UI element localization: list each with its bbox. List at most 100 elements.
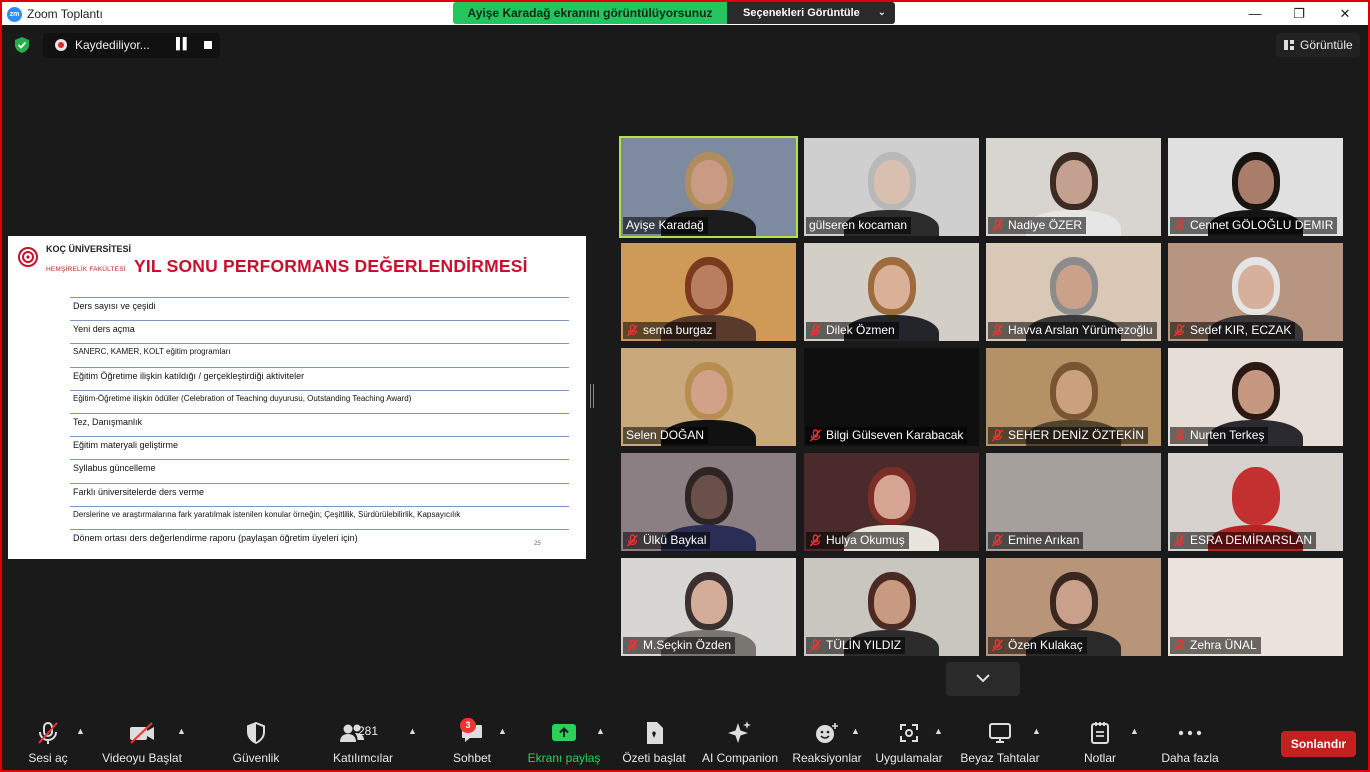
participants-button[interactable]: 281 Katılımcılar (328, 720, 398, 766)
apps-options-caret[interactable]: ▲ (934, 726, 943, 736)
participant-name: Hulya Okumuş (826, 533, 905, 547)
chat-button[interactable]: 3 Sohbet (446, 718, 498, 766)
chevron-down-icon: ⌄ (877, 7, 886, 18)
participant-name-tag: Ayişe Karadağ (623, 217, 708, 234)
participant-video-tile[interactable]: Sedef KIR, ECZAK (1168, 243, 1343, 341)
slide-row: SANERC, KAMER, KOLT eğitim programları (70, 343, 569, 366)
maximize-button[interactable]: ❐ (1276, 3, 1322, 25)
unmute-label: Sesi aç (28, 751, 68, 765)
microphone-muted-icon (991, 324, 1004, 337)
whiteboards-button[interactable]: Beyaz Tahtalar (958, 720, 1042, 766)
screen-share-banner: Ayişe Karadağ ekranını görüntülüyorsunuz (453, 2, 727, 24)
ai-companion-button[interactable]: AI Companion (698, 720, 782, 766)
participant-silhouette-face (1056, 475, 1092, 519)
participant-name-tag: TÜLİN YILDIZ (806, 637, 906, 654)
participant-name-tag: SEHER DENİZ ÖZTEKİN (988, 427, 1149, 444)
participant-video-tile[interactable]: Dilek Özmen (804, 243, 979, 341)
chat-options-caret[interactable]: ▲ (498, 726, 507, 736)
participant-silhouette-face (691, 580, 727, 624)
view-options-button[interactable]: Seçenekleri Görüntüle ⌄ (727, 2, 895, 24)
participant-video-tile[interactable]: M.Seçkin Özden (621, 558, 796, 656)
participant-video-tile[interactable]: Nadiye ÖZER (986, 138, 1161, 236)
microphone-muted-icon (809, 639, 822, 652)
more-label: Daha fazla (1161, 751, 1219, 765)
share-screen-button[interactable]: Ekranı paylaş (526, 720, 602, 766)
end-meeting-button[interactable]: Sonlandır (1281, 731, 1356, 757)
more-button[interactable]: Daha fazla (1158, 720, 1222, 766)
microphone-muted-icon (626, 639, 639, 652)
audio-options-caret[interactable]: ▲ (76, 726, 85, 736)
participant-video-tile[interactable]: gülseren kocaman (804, 138, 979, 236)
microphone-muted-icon (991, 534, 1004, 547)
participant-silhouette-face (874, 370, 910, 414)
participant-video-tile[interactable]: Ülkü Baykal (621, 453, 796, 551)
slide-title: YIL SONU PERFORMANS DEĞERLENDİRMESİ (134, 256, 528, 276)
participant-name: gülseren kocaman (809, 218, 908, 232)
security-button[interactable]: Güvenlik (230, 720, 282, 766)
participant-name-tag: Zehra ÜNAL (1170, 637, 1261, 654)
reactions-options-caret[interactable]: ▲ (851, 726, 860, 736)
participant-name-tag: Cennet GÖLOĞLU DEMIR (1170, 217, 1338, 234)
meeting-toolbar: Sesi aç ▲ Videoyu Başlat ▲ Güvenlik 281 … (2, 712, 1368, 770)
start-summary-button[interactable]: Özeti başlat (618, 720, 690, 766)
slide-row: Dönem ortası ders değerlendirme raporu (… (70, 528, 569, 552)
participant-name-tag: Hulya Okumuş (806, 532, 909, 549)
participant-name: Dilek Özmen (826, 323, 895, 337)
ai-sparkle-icon (728, 721, 751, 743)
microphone-muted-icon (1173, 639, 1186, 652)
share-options-caret[interactable]: ▲ (596, 726, 605, 736)
microphone-muted-icon (38, 722, 58, 744)
participant-silhouette-face (874, 160, 910, 204)
video-options-caret[interactable]: ▲ (177, 726, 186, 736)
split-view-resize-handle[interactable] (590, 384, 594, 408)
notes-options-caret[interactable]: ▲ (1130, 726, 1139, 736)
participant-video-tile[interactable]: Havva Arslan Yürümezoğlu (986, 243, 1161, 341)
notes-button[interactable]: Notlar (1074, 720, 1126, 766)
participant-video-tile[interactable]: Emine Arıkan (986, 453, 1161, 551)
participants-count: 281 (358, 724, 379, 738)
shared-screen-slide: KOÇ ÜNİVERSİTESİ HEMŞİRELİK FAKÜLTESİ YI… (8, 236, 586, 559)
participant-name: Nurten Terkeş (1190, 428, 1265, 442)
university-name: KOÇ ÜNİVERSİTESİ (46, 244, 132, 254)
participant-video-tile[interactable]: SEHER DENİZ ÖZTEKİN (986, 348, 1161, 446)
unmute-button[interactable]: Sesi aç (22, 720, 74, 766)
koc-university-logo-icon (18, 247, 38, 267)
participant-video-tile[interactable]: Cennet GÖLOĞLU DEMIR (1168, 138, 1343, 236)
participant-video-tile[interactable]: Nurten Terkeş (1168, 348, 1343, 446)
view-button[interactable]: Görüntüle (1276, 33, 1360, 57)
start-video-button[interactable]: Videoyu Başlat (100, 720, 184, 766)
participant-video-tile[interactable]: Hulya Okumuş (804, 453, 979, 551)
participant-name: sema burgaz (643, 323, 713, 337)
minimize-button[interactable]: — (1232, 3, 1278, 25)
participant-silhouette-face (1238, 265, 1274, 309)
microphone-muted-icon (809, 324, 822, 337)
whiteboards-options-caret[interactable]: ▲ (1032, 726, 1041, 736)
pause-recording-button[interactable]: ▌▌ (176, 38, 191, 50)
microphone-muted-icon (626, 324, 639, 337)
grid-view-icon (1284, 40, 1294, 50)
participant-video-tile[interactable]: Özen Kulakaç (986, 558, 1161, 656)
participant-silhouette-face (1056, 580, 1092, 624)
more-dots-icon (1178, 730, 1202, 736)
participant-video-tile[interactable]: Selen DOĞAN (621, 348, 796, 446)
participant-name-tag: Nurten Terkeş (1170, 427, 1269, 444)
participant-name-tag: ESRA DEMİRARSLAN (1170, 532, 1317, 549)
participant-video-tile[interactable]: TÜLİN YILDIZ (804, 558, 979, 656)
participant-video-tile[interactable]: Zehra ÜNAL (1168, 558, 1343, 656)
next-gallery-page-button[interactable] (946, 662, 1020, 696)
participant-video-tile[interactable]: sema burgaz (621, 243, 796, 341)
notes-icon (1091, 722, 1109, 744)
share-screen-label: Ekranı paylaş (527, 751, 601, 765)
encryption-shield-icon[interactable] (13, 36, 31, 54)
participant-video-tile[interactable]: Bilgi Gülseven Karabacak (804, 348, 979, 446)
participants-options-caret[interactable]: ▲ (408, 726, 417, 736)
participant-video-tile[interactable]: ESRA DEMİRARSLAN (1168, 453, 1343, 551)
participant-video-tile[interactable]: Ayişe Karadağ (619, 136, 798, 238)
participant-name-tag: Havva Arslan Yürümezoğlu (988, 322, 1157, 339)
zoom-logo-icon: zm (7, 7, 22, 22)
close-button[interactable]: ✕ (1322, 3, 1368, 25)
slide-page-number: 25 (534, 541, 541, 547)
participant-name-tag: M.Seçkin Özden (623, 637, 736, 654)
stop-recording-button[interactable] (204, 41, 212, 49)
participant-name: Özen Kulakaç (1008, 638, 1083, 652)
